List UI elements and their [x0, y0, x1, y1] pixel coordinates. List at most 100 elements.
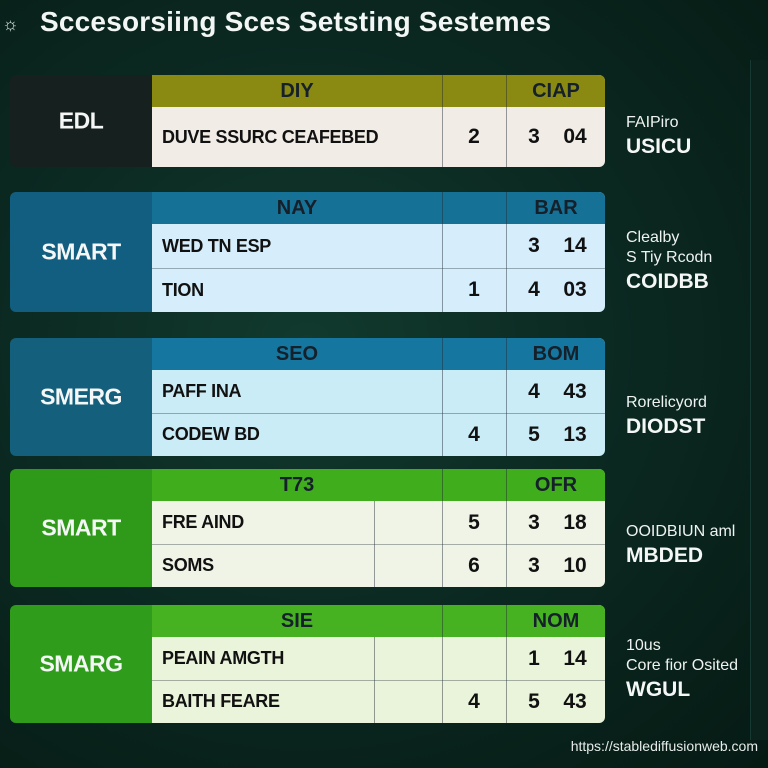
cell-value: 18 [563, 511, 587, 534]
group-table-header: NAY BAR [152, 192, 605, 224]
cell-value: 3 [528, 511, 540, 534]
watermark: https://stablediffusionweb.com [570, 738, 758, 754]
row-label: DUVE SSURC CEAFEBED [162, 127, 379, 147]
side-note-caption: 10us [626, 637, 661, 654]
cell-value: 3 [528, 125, 540, 148]
column-divider [506, 469, 507, 587]
side-note-caption: Clealby [626, 229, 680, 246]
header: ☼ Sccesorsiing Sces Setsting Sestemes [0, 0, 768, 48]
side-note-caption: Core fior Osited [626, 657, 739, 674]
cell-value: 14 [563, 234, 587, 257]
cell-value: 3 [528, 554, 540, 577]
column-header[interactable]: BAR [506, 192, 605, 224]
side-note: Rorelicyord DIODST [626, 393, 756, 441]
cell-value: 14 [563, 647, 587, 670]
row-divider [152, 680, 605, 681]
group-table: NAY BAR WED TN ESP 3 14 TION 1 4 03 [152, 192, 605, 312]
eye-logo-icon: ☼ [2, 14, 19, 34]
column-divider [506, 605, 507, 723]
group-category-label: SMARG [39, 650, 123, 677]
cell-value: 13 [563, 423, 587, 446]
cell-value: 6 [468, 554, 480, 577]
row-label: BAITH FEARE [162, 691, 280, 711]
column-header[interactable]: DIY [152, 75, 442, 107]
table-row[interactable]: PAFF INA 4 43 [152, 370, 605, 413]
side-note-value: MBDED [626, 544, 703, 567]
column-header[interactable]: NAY [152, 192, 442, 224]
group-category-panel[interactable]: SMARG [10, 605, 152, 723]
table-row[interactable]: BAITH FEARE 4 5 43 [152, 680, 605, 723]
side-note-caption: FAIPiro [626, 114, 679, 131]
group-table: SIE NOM PEAIN AMGTH 1 14 BAITH FEARE 4 5 43 [152, 605, 605, 723]
cell-value: 2 [468, 125, 480, 148]
row-label: PAFF INA [162, 381, 242, 401]
column-divider [442, 605, 443, 723]
settings-group: SMARG SIE NOM PEAIN AMGTH 1 14 BAITH FEARE 4 5 43 [10, 605, 605, 723]
settings-group: SMART T73 OFR FRE AIND 5 3 18 SOMS 6 3 10 [10, 469, 605, 587]
group-category-panel[interactable]: EDL [10, 75, 152, 167]
table-row[interactable]: CODEW BD 4 5 13 [152, 413, 605, 456]
group-table: DIY CIAP DUVE SSURC CEAFEBED 2 3 04 [152, 75, 605, 167]
column-divider [442, 192, 443, 312]
side-note-value: USICU [626, 135, 692, 158]
table-row[interactable]: SOMS 6 3 10 [152, 544, 605, 587]
cell-value: 5 [468, 511, 480, 534]
cell-value: 3 [528, 234, 540, 257]
side-note-caption: OOIDBIUN aml [626, 523, 736, 540]
side-note-caption: S Tiy Rcodn [626, 249, 713, 266]
column-header[interactable]: BOM [506, 338, 605, 370]
column-divider [442, 75, 443, 167]
column-header[interactable]: SEO [152, 338, 442, 370]
side-note: OOIDBIUN aml MBDED [626, 522, 756, 570]
row-divider [152, 413, 605, 414]
cell-value: 4 [528, 278, 540, 301]
column-divider [442, 469, 443, 587]
row-label: PEAIN AMGTH [162, 648, 285, 668]
cell-value: 5 [528, 690, 540, 713]
table-row[interactable]: PEAIN AMGTH 1 14 [152, 637, 605, 680]
cell-value: 43 [563, 690, 587, 713]
group-category-panel[interactable]: SMART [10, 192, 152, 312]
group-category-panel[interactable]: SMERG [10, 338, 152, 456]
row-divider [152, 544, 605, 545]
group-category-label: SMART [41, 238, 121, 265]
side-note-value: COIDBB [626, 270, 709, 293]
row-label: WED TN ESP [162, 236, 272, 256]
column-header[interactable]: NOM [506, 605, 605, 637]
column-divider [506, 75, 507, 167]
table-row[interactable]: WED TN ESP 3 14 [152, 224, 605, 268]
table-row[interactable]: FRE AIND 5 3 18 [152, 501, 605, 544]
table-row[interactable]: DUVE SSURC CEAFEBED 2 3 04 [152, 107, 605, 167]
group-table-header: SIE NOM [152, 605, 605, 637]
row-divider [152, 268, 605, 269]
column-header[interactable]: CIAP [506, 75, 605, 107]
column-header[interactable]: T73 [152, 469, 442, 501]
cell-value: 43 [563, 380, 587, 403]
row-label: SOMS [162, 555, 214, 575]
cell-value: 4 [468, 423, 480, 446]
column-header[interactable]: SIE [152, 605, 442, 637]
group-table-header: DIY CIAP [152, 75, 605, 107]
side-note-value: DIODST [626, 415, 706, 438]
cell-value: 04 [563, 125, 587, 148]
group-category-label: EDL [58, 107, 104, 134]
cell-value: 1 [528, 647, 540, 670]
table-row[interactable]: TION 1 4 03 [152, 268, 605, 312]
column-divider [442, 338, 443, 456]
side-note: Clealby S Tiy Rcodn COIDBB [626, 228, 756, 296]
side-note-caption: Rorelicyord [626, 394, 707, 411]
row-label: CODEW BD [162, 424, 260, 444]
column-divider [506, 192, 507, 312]
group-table: SEO BOM PAFF INA 4 43 CODEW BD 4 5 13 [152, 338, 605, 456]
group-category-label: SMART [41, 514, 121, 541]
cell-value: 10 [563, 554, 587, 577]
cell-value: 5 [528, 423, 540, 446]
cell-value: 1 [468, 278, 480, 301]
group-category-panel[interactable]: SMART [10, 469, 152, 587]
column-divider [374, 637, 375, 723]
column-divider [374, 501, 375, 587]
settings-group: SMERG SEO BOM PAFF INA 4 43 CODEW BD 4 5 13 [10, 338, 605, 456]
cell-value: 4 [528, 380, 540, 403]
settings-group: SMART NAY BAR WED TN ESP 3 14 TION 1 4 03 [10, 192, 605, 312]
column-header[interactable]: OFR [506, 469, 605, 501]
